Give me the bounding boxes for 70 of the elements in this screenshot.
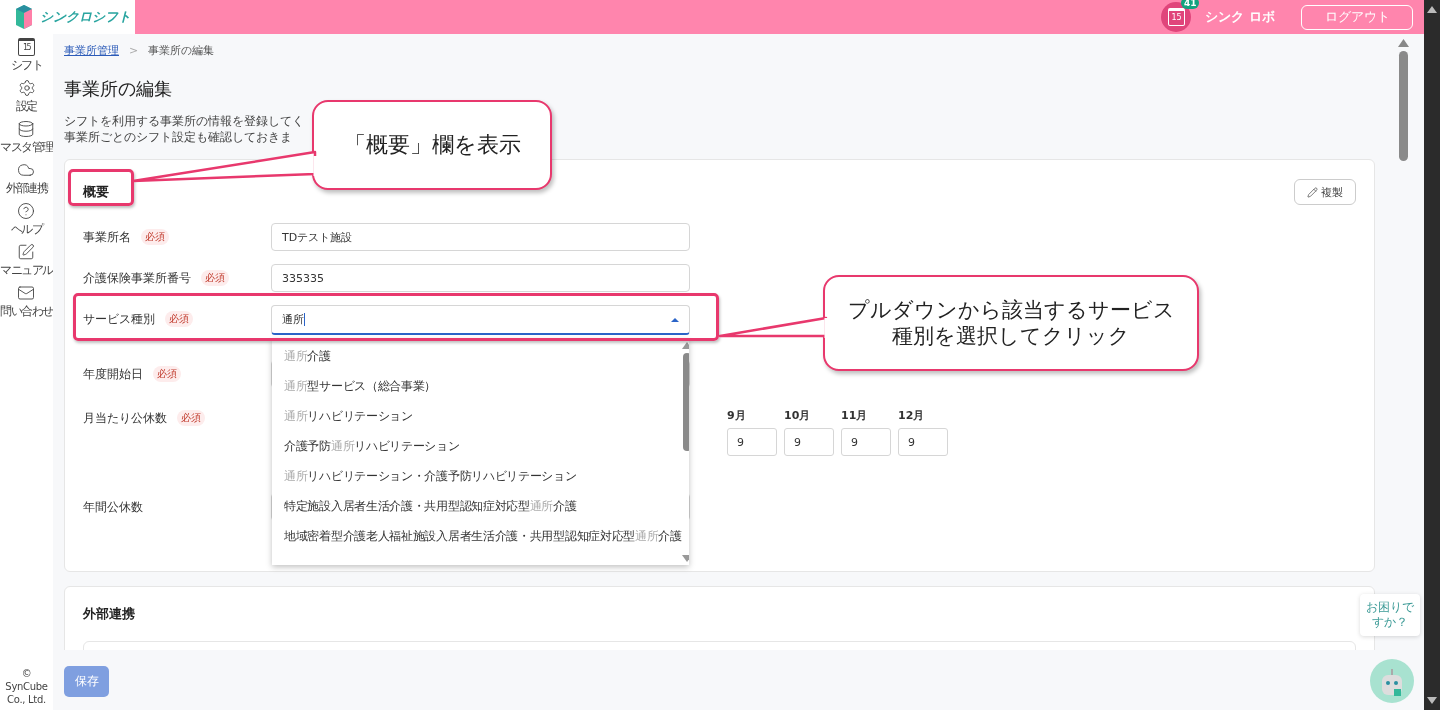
robot-avatar-icon[interactable] — [1370, 659, 1414, 703]
field-label: 事業所名 — [83, 229, 131, 246]
arrow-up-icon[interactable] — [1398, 39, 1409, 47]
description-line: 事業所ごとのシフト設定も確認しておきま — [64, 129, 292, 145]
copy-button[interactable]: 複製 — [1294, 179, 1356, 205]
breadcrumb-separator: > — [129, 43, 139, 59]
month-label: 11月 — [841, 408, 869, 423]
input-field[interactable]: 335335 — [271, 264, 690, 292]
month-label: 10月 — [784, 408, 812, 423]
sidebar-item[interactable]: 15 シフト — [10, 38, 43, 79]
gear-icon — [17, 79, 36, 97]
breadcrumb-current: 事業所の編集 — [148, 43, 215, 59]
month-input[interactable]: 9 — [727, 428, 777, 456]
month-input[interactable]: 9 — [784, 428, 834, 456]
logo-text: シンクロシフト — [40, 8, 131, 26]
section-title: 概要 — [83, 183, 109, 201]
dropdown-option[interactable]: 通所介護 — [272, 341, 682, 371]
month-label: 9月 — [727, 408, 747, 423]
annotation-callout: プルダウンから該当するサービス種別を選択してクリック — [823, 275, 1199, 371]
scrollbar[interactable] — [1424, 0, 1440, 710]
mail-icon — [17, 284, 36, 302]
scrollbar-thumb[interactable] — [682, 353, 689, 451]
field-label: 月当たり公休数 — [83, 410, 167, 427]
pencil-icon — [1307, 186, 1318, 198]
month-input[interactable]: 9 — [898, 428, 948, 456]
help-icon — [17, 202, 36, 220]
cloud-icon — [17, 161, 36, 179]
annotation-callout: 「概要」欄を表示 — [312, 100, 552, 190]
section-title: 外部連携 — [83, 605, 136, 623]
dropdown-option[interactable]: 特定施設入居者生活介護・共用型認知症対応型通所介護 — [272, 491, 682, 521]
field-label: 介護保険事業所番号 — [83, 270, 191, 287]
description-line: シフトを利用する事業所の情報を登録してく — [64, 113, 304, 129]
sidebar-item[interactable]: 外部連携 — [5, 161, 48, 202]
sidebar-item[interactable]: 問い合わせ — [0, 284, 53, 325]
sidebar-item[interactable]: ヘルプ — [10, 202, 43, 243]
required-badge: 必須 — [201, 270, 229, 286]
edit-icon — [17, 243, 36, 261]
input-field[interactable]: TDテスト施設 — [271, 223, 690, 251]
select-field[interactable]: 通所 — [271, 305, 690, 335]
caret-icon — [671, 317, 679, 322]
dropdown-option[interactable]: 通所リハビリテーション・介護予防リハビリテーション — [272, 461, 682, 491]
scrollbar-thumb[interactable] — [1399, 51, 1408, 161]
sidebar-item[interactable]: 設定 — [16, 79, 37, 120]
dropdown-option[interactable]: 地域密着型介護老人福祉施設入居者生活介護・共用型認知症対応型通所介護 — [272, 521, 682, 551]
calendar-icon: 15 — [1167, 8, 1185, 26]
dropdown-option[interactable]: 通所型サービス（総合事業） — [272, 371, 682, 401]
required-badge: 必須 — [165, 311, 193, 327]
help-bubble[interactable]: お困りですか？ — [1360, 594, 1420, 636]
user-name: シンク ロボ — [1205, 8, 1275, 26]
dropdown-option[interactable]: 通所リハビリテーション — [272, 401, 682, 431]
arrow-up-icon[interactable] — [1427, 6, 1437, 13]
page-title: 事業所の編集 — [64, 77, 173, 101]
required-badge: 必須 — [177, 410, 205, 426]
field-label: 年間公休数 — [83, 499, 143, 516]
arrow-down-icon[interactable] — [1427, 697, 1437, 704]
sidebar-item[interactable]: マニュアル — [0, 243, 53, 284]
sidebar-item[interactable]: マスタ管理 — [0, 120, 53, 161]
field-label: 年度開始日 — [83, 366, 143, 383]
database-icon — [17, 120, 36, 138]
breadcrumb-link[interactable]: 事業所管理 — [64, 43, 119, 59]
month-label: 12月 — [898, 408, 926, 423]
required-badge: 必須 — [141, 229, 169, 245]
copyright-text: © SynCube Co., Ltd. — [4, 667, 49, 706]
notification-count: 41 — [1180, 0, 1200, 9]
month-input[interactable]: 9 — [841, 428, 891, 456]
calendar-icon: 15 — [18, 38, 35, 56]
dropdown-option[interactable]: 介護予防通所リハビリテーション — [272, 431, 682, 461]
required-badge: 必須 — [153, 366, 181, 382]
field-label: サービス種別 — [83, 311, 155, 328]
highlight-frame — [68, 169, 134, 206]
